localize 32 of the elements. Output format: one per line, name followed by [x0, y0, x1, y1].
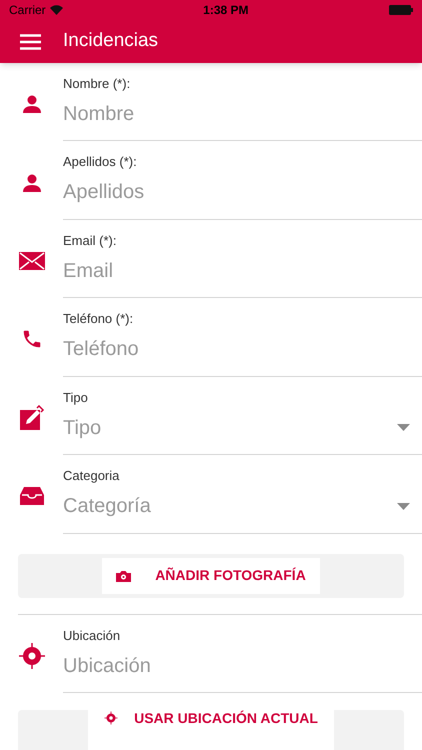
- field-label: Ubicación: [63, 628, 122, 644]
- field-label: Nombre (*):: [63, 76, 132, 92]
- wifi-icon: [50, 5, 63, 15]
- status-time: 1:38 PM: [203, 2, 249, 19]
- input-field[interactable]: Ubicación: [63, 654, 422, 678]
- dropdown-arrow-icon: [397, 502, 410, 510]
- person-icon: [22, 94, 42, 114]
- input-field[interactable]: Nombre: [63, 102, 422, 126]
- edit-icon: [18, 404, 44, 431]
- dropdown-arrow-icon: [397, 424, 410, 432]
- crosshair-icon: [18, 642, 46, 670]
- use-location-button[interactable]: USAR UBICACIÓN ACTUAL: [88, 710, 334, 750]
- battery-icon: [389, 5, 413, 15]
- field-label: Categoria: [63, 468, 120, 484]
- person-icon: [22, 172, 42, 193]
- crosshair-icon: [104, 710, 118, 725]
- app-title: Incidencias: [63, 29, 158, 54]
- input-field[interactable]: Apellidos: [63, 180, 422, 204]
- carrier-text: Carrier: [9, 2, 46, 19]
- input-field[interactable]: Teléfono: [63, 337, 422, 362]
- field-label: Apellidos (*):: [63, 154, 138, 170]
- envelope-icon: [18, 252, 44, 270]
- field-label: Teléfono (*):: [63, 311, 134, 328]
- field-label: Email (*):: [63, 232, 118, 249]
- add-photo-button[interactable]: AÑADIR FOTOGRAFÍA: [102, 558, 320, 594]
- menu-icon[interactable]: [20, 34, 41, 50]
- dropdown-field[interactable]: Categoría: [63, 494, 422, 518]
- input-field[interactable]: Email: [63, 258, 422, 283]
- field-label: Tipo: [63, 390, 89, 406]
- dropdown-field[interactable]: Tipo: [63, 416, 422, 440]
- camera-icon: [116, 570, 132, 582]
- tray-icon: [20, 486, 44, 506]
